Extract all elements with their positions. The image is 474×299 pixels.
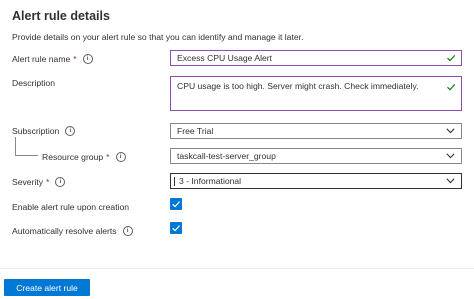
description-textarea[interactable]: CPU usage is too high. Server might cras…	[170, 76, 462, 111]
resource-group-value: taskcall-test-server_group	[177, 151, 276, 161]
severity-select[interactable]: 3 - Informational	[170, 173, 462, 189]
info-icon[interactable]: i	[122, 226, 133, 236]
alert-rule-name-input[interactable]: Excess CPU Usage Alert	[170, 50, 462, 66]
tree-connector	[15, 137, 38, 156]
chevron-down-icon	[446, 178, 455, 184]
alert-rule-name-label-text: Alert rule name	[12, 54, 71, 64]
enable-upon-creation-label: Enable alert rule upon creation	[12, 202, 129, 212]
checkmark-icon	[172, 225, 181, 232]
severity-label: Severity * i	[12, 177, 66, 187]
required-mark: *	[106, 152, 110, 162]
description-value: CPU usage is too high. Server might cras…	[177, 81, 419, 91]
auto-resolve-label-text: Automatically resolve alerts	[12, 226, 117, 236]
checkmark-icon	[447, 83, 456, 91]
section-subtitle: Provide details on your alert rule so th…	[12, 32, 304, 42]
required-mark: *	[73, 54, 77, 64]
subscription-select[interactable]: Free Trial	[170, 123, 462, 139]
resource-group-label: Resource group * i	[42, 152, 126, 162]
create-alert-rule-button[interactable]: Create alert rule	[4, 279, 90, 296]
resource-group-label-text: Resource group	[42, 152, 104, 162]
description-label: Description	[12, 78, 55, 88]
checkmark-icon	[447, 54, 456, 62]
description-label-text: Description	[12, 78, 55, 88]
subscription-label-text: Subscription	[12, 126, 60, 136]
enable-upon-creation-checkbox[interactable]	[170, 198, 182, 210]
text-cursor	[174, 177, 175, 186]
checkmark-icon	[172, 201, 181, 208]
alert-rule-name-label: Alert rule name * i	[12, 54, 93, 64]
alert-rule-name-value: Excess CPU Usage Alert	[177, 53, 273, 63]
info-icon[interactable]: i	[55, 177, 66, 187]
chevron-down-icon	[446, 128, 455, 134]
info-icon[interactable]: i	[115, 152, 126, 162]
subscription-value: Free Trial	[177, 126, 214, 136]
footer-divider	[0, 268, 474, 269]
section-title: Alert rule details	[12, 9, 110, 23]
auto-resolve-checkbox[interactable]	[170, 222, 182, 234]
chevron-down-icon	[446, 153, 455, 159]
severity-value: 3 - Informational	[179, 176, 242, 186]
subscription-label: Subscription i	[12, 126, 76, 136]
required-mark: *	[46, 177, 50, 187]
severity-label-text: Severity	[12, 177, 44, 187]
resource-group-select[interactable]: taskcall-test-server_group	[170, 148, 462, 164]
info-icon[interactable]: i	[82, 54, 93, 64]
enable-upon-creation-label-text: Enable alert rule upon creation	[12, 202, 130, 212]
info-icon[interactable]: i	[65, 126, 76, 136]
auto-resolve-label: Automatically resolve alerts i	[12, 226, 133, 236]
